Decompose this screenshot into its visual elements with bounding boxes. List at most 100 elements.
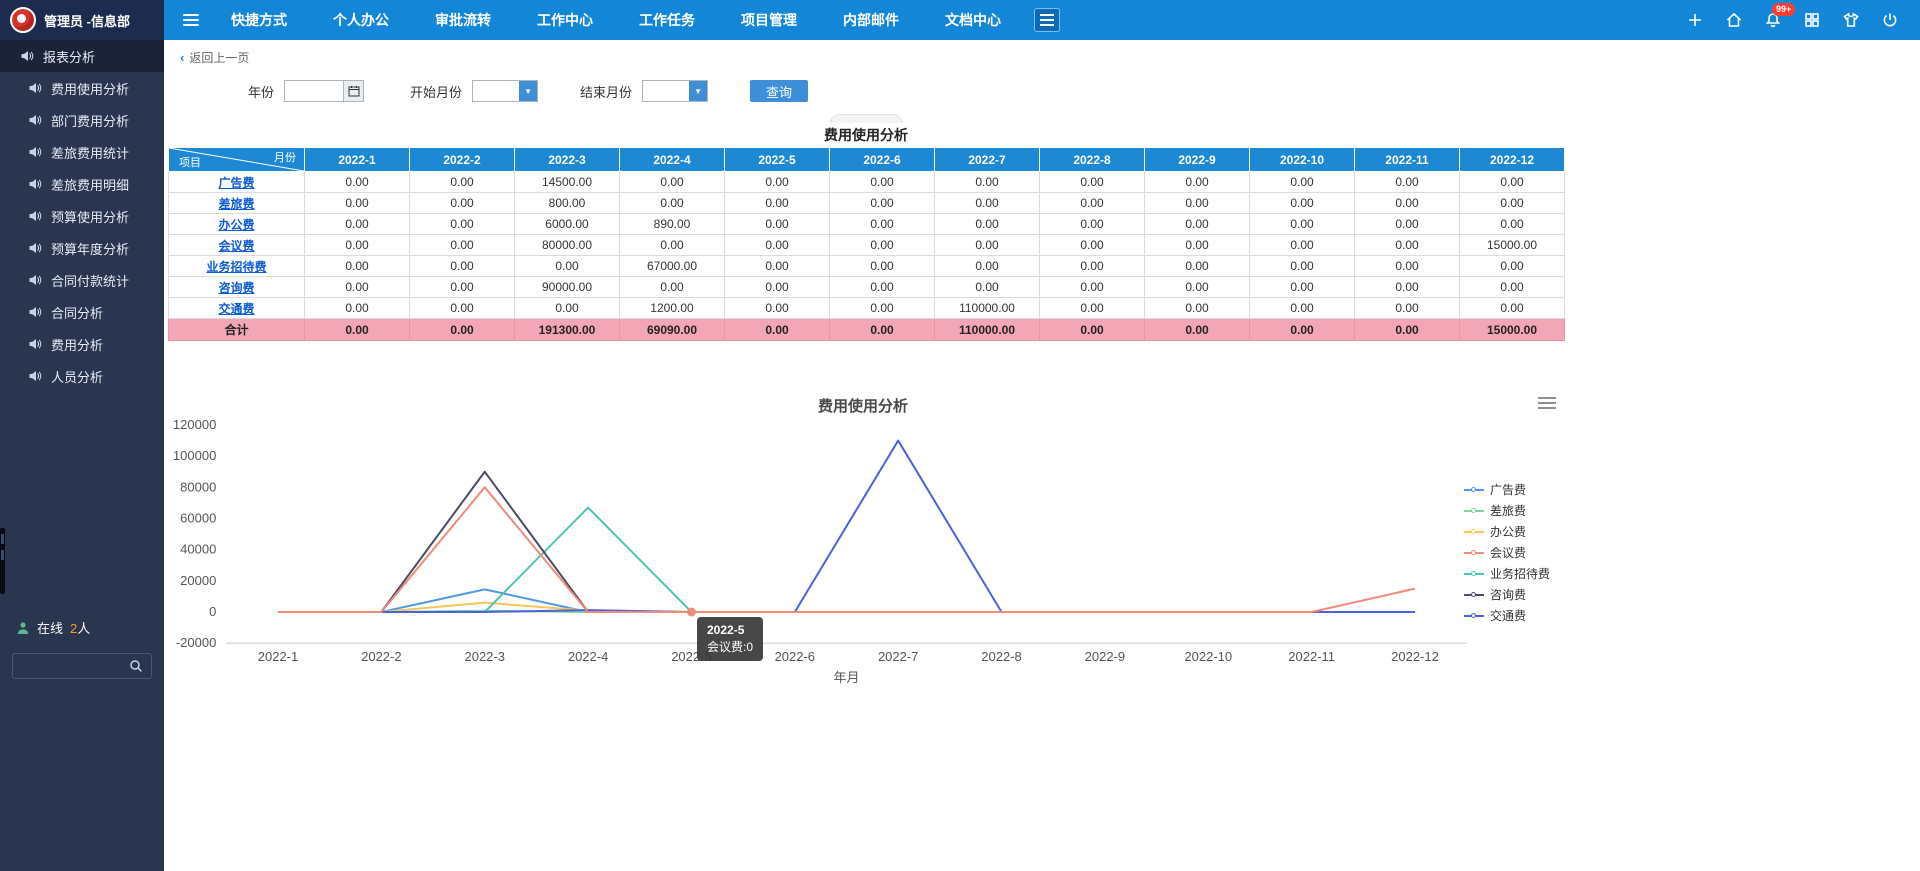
home-icon[interactable] bbox=[1724, 10, 1744, 30]
sidebar-item[interactable]: 合同分析 bbox=[0, 296, 164, 328]
total-label: 合计 bbox=[169, 319, 305, 341]
calendar-icon[interactable] bbox=[343, 81, 363, 101]
value-cell: 1200.00 bbox=[620, 298, 725, 319]
search-icon[interactable] bbox=[129, 659, 143, 673]
legend-item[interactable]: 差旅费 bbox=[1464, 504, 1550, 517]
notifications-icon[interactable]: 99+ bbox=[1763, 10, 1783, 30]
value-cell: 0.00 bbox=[1355, 214, 1460, 235]
sidebar-search-input[interactable] bbox=[21, 659, 123, 673]
year-input[interactable] bbox=[285, 81, 343, 101]
query-button[interactable]: 查询 bbox=[750, 80, 808, 102]
nav-item[interactable]: 工作任务 bbox=[616, 0, 718, 40]
value-cell: 0.00 bbox=[830, 214, 935, 235]
table-row: 交通费0.000.000.001200.000.000.00110000.000… bbox=[169, 298, 1565, 319]
apps-icon[interactable] bbox=[1802, 10, 1822, 30]
nav-item[interactable]: 文档中心 bbox=[922, 0, 1024, 40]
value-cell: 0.00 bbox=[935, 277, 1040, 298]
value-cell: 0.00 bbox=[1250, 277, 1355, 298]
total-value-cell: 191300.00 bbox=[515, 319, 620, 341]
theme-icon[interactable] bbox=[1841, 10, 1861, 30]
x-axis-tick: 2022-3 bbox=[464, 649, 504, 664]
sidebar-item[interactable]: 费用分析 bbox=[0, 328, 164, 360]
sidebar-item[interactable]: 预算年度分析 bbox=[0, 232, 164, 264]
value-cell: 90000.00 bbox=[515, 277, 620, 298]
value-cell: 0.00 bbox=[305, 235, 410, 256]
main-nav-items: 快捷方式个人办公审批流转工作中心工作任务项目管理内部邮件文档中心 bbox=[208, 0, 1024, 40]
sidebar-scrollbar[interactable] bbox=[0, 528, 5, 594]
series-line bbox=[278, 441, 1415, 612]
sidebar-item[interactable]: 人员分析 bbox=[0, 360, 164, 392]
sidebar-item-label: 预算使用分析 bbox=[51, 207, 129, 226]
sidebar-item[interactable]: 报表分析 bbox=[0, 40, 164, 72]
item-link[interactable]: 业务招待费 bbox=[206, 260, 266, 274]
total-value-cell: 110000.00 bbox=[935, 319, 1040, 341]
legend-item[interactable]: 咨询费 bbox=[1464, 588, 1550, 601]
sidebar-item-label: 差旅费用明细 bbox=[51, 175, 129, 194]
value-cell: 0.00 bbox=[305, 298, 410, 319]
item-link[interactable]: 办公费 bbox=[218, 218, 254, 232]
sidebar-item[interactable]: 差旅费用统计 bbox=[0, 136, 164, 168]
legend-item[interactable]: 业务招待费 bbox=[1464, 567, 1550, 580]
sidebar-item[interactable]: 费用使用分析 bbox=[0, 72, 164, 104]
value-cell: 0.00 bbox=[1040, 214, 1145, 235]
sidebar-menu: 报表分析费用使用分析部门费用分析差旅费用统计差旅费用明细预算使用分析预算年度分析… bbox=[0, 40, 164, 392]
nav-item[interactable]: 快捷方式 bbox=[208, 0, 310, 40]
item-link[interactable]: 广告费 bbox=[218, 176, 254, 190]
corner-item-label: 项目 bbox=[179, 154, 201, 170]
value-cell: 0.00 bbox=[935, 235, 1040, 256]
legend-item[interactable]: 广告费 bbox=[1464, 483, 1550, 496]
item-link[interactable]: 会议费 bbox=[218, 239, 254, 253]
more-menu-icon[interactable] bbox=[1034, 8, 1060, 32]
app-logo-icon bbox=[10, 7, 36, 33]
y-axis-tick: 20000 bbox=[180, 573, 216, 588]
value-cell: 0.00 bbox=[620, 277, 725, 298]
nav-item[interactable]: 内部邮件 bbox=[820, 0, 922, 40]
menu-icon[interactable] bbox=[174, 14, 208, 26]
legend-label: 业务招待费 bbox=[1490, 565, 1550, 582]
power-icon[interactable] bbox=[1880, 10, 1900, 30]
item-cell: 交通费 bbox=[169, 298, 305, 319]
sidebar-item-label: 预算年度分析 bbox=[51, 239, 129, 258]
nav-item[interactable]: 个人办公 bbox=[310, 0, 412, 40]
sidebar-item-label: 部门费用分析 bbox=[51, 111, 129, 130]
sidebar-item-label: 费用分析 bbox=[51, 335, 103, 354]
online-status: 在线 2人 bbox=[12, 618, 152, 637]
value-cell: 0.00 bbox=[725, 172, 830, 193]
nav-item[interactable]: 审批流转 bbox=[412, 0, 514, 40]
value-cell: 0.00 bbox=[1460, 256, 1565, 277]
item-link[interactable]: 咨询费 bbox=[218, 281, 254, 295]
value-cell: 0.00 bbox=[620, 172, 725, 193]
person-icon bbox=[16, 621, 30, 635]
legend-marker-icon bbox=[1464, 552, 1484, 554]
value-cell: 0.00 bbox=[1040, 277, 1145, 298]
legend-marker-icon bbox=[1464, 573, 1484, 575]
sidebar-item[interactable]: 差旅费用明细 bbox=[0, 168, 164, 200]
sidebar-item[interactable]: 部门费用分析 bbox=[0, 104, 164, 136]
sidebar-item[interactable]: 合同付款统计 bbox=[0, 264, 164, 296]
month-header-cell: 2022-11 bbox=[1355, 148, 1460, 172]
start-month-select[interactable]: ▼ bbox=[472, 80, 538, 102]
end-month-select[interactable]: ▼ bbox=[642, 80, 708, 102]
legend-label: 广告费 bbox=[1490, 481, 1526, 498]
chevron-down-icon[interactable]: ▼ bbox=[519, 81, 537, 101]
chevron-down-icon[interactable]: ▼ bbox=[689, 81, 707, 101]
total-value-cell: 15000.00 bbox=[1460, 319, 1565, 341]
legend-item[interactable]: 会议费 bbox=[1464, 546, 1550, 559]
collapse-handle[interactable] bbox=[830, 114, 902, 123]
nav-item[interactable]: 项目管理 bbox=[718, 0, 820, 40]
item-link[interactable]: 差旅费 bbox=[218, 197, 254, 211]
item-link[interactable]: 交通费 bbox=[218, 302, 254, 316]
nav-item[interactable]: 工作中心 bbox=[514, 0, 616, 40]
back-link[interactable]: ‹ 返回上一页 bbox=[164, 40, 265, 70]
legend-item[interactable]: 交通费 bbox=[1464, 609, 1550, 622]
sidebar-item[interactable]: 预算使用分析 bbox=[0, 200, 164, 232]
speaker-icon bbox=[28, 337, 42, 351]
value-cell: 0.00 bbox=[410, 298, 515, 319]
value-cell: 0.00 bbox=[830, 298, 935, 319]
y-axis-tick: 80000 bbox=[180, 479, 216, 494]
value-cell: 0.00 bbox=[1355, 256, 1460, 277]
add-icon[interactable] bbox=[1685, 10, 1705, 30]
month-header-cell: 2022-12 bbox=[1460, 148, 1565, 172]
month-header-cell: 2022-9 bbox=[1145, 148, 1250, 172]
legend-item[interactable]: 办公费 bbox=[1464, 525, 1550, 538]
